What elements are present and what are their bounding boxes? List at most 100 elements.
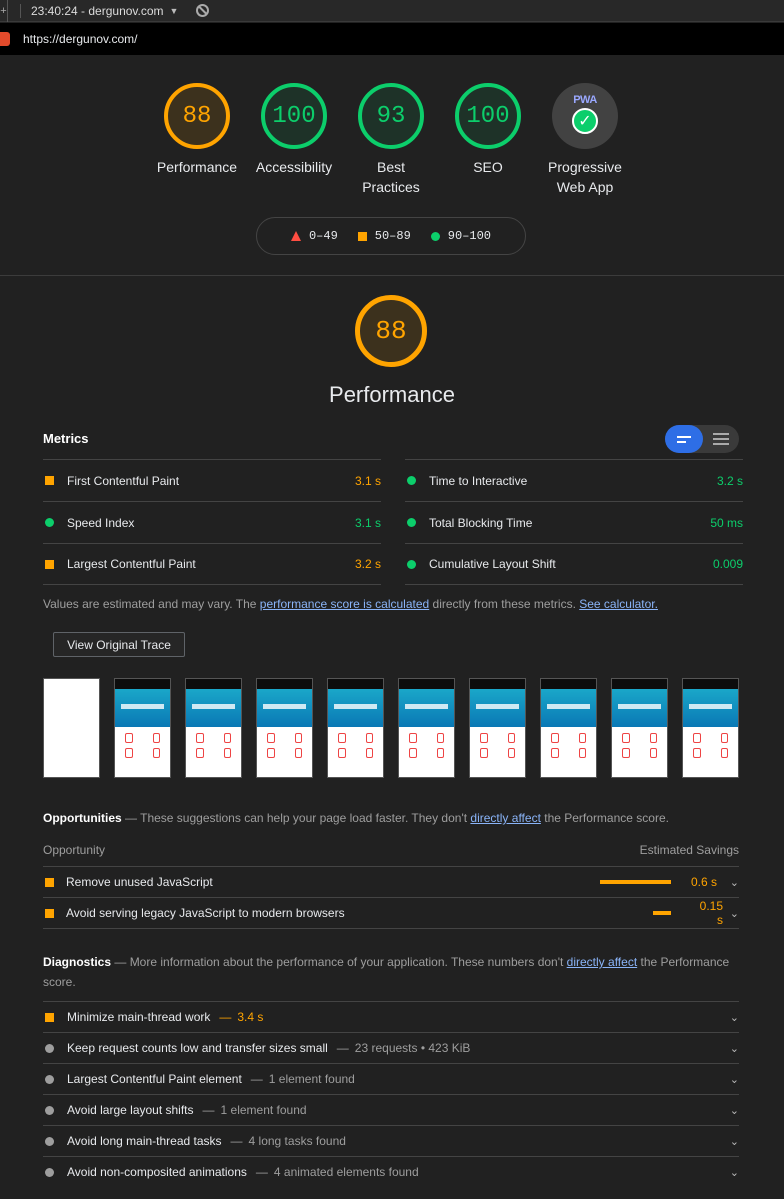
score-ring: 88 xyxy=(164,83,230,149)
metrics-view-toggle[interactable] xyxy=(665,425,739,453)
report-url[interactable]: https://dergunov.com/ xyxy=(23,32,138,46)
diagnostic-row[interactable]: Keep request counts low and transfer siz… xyxy=(43,1032,739,1063)
circle-icon xyxy=(45,1074,54,1084)
divider xyxy=(20,3,21,18)
gauge-seo[interactable]: 100 SEO xyxy=(438,83,538,177)
score-gauges: 88 Performance 100 Accessibility 93 Best… xyxy=(0,83,784,203)
metric-row: Speed Index 3.1 s xyxy=(43,501,381,543)
diagnostic-row[interactable]: Minimize main-thread work — 3.4 s ⌄ xyxy=(43,1001,739,1032)
chevron-down-icon[interactable]: ⌄ xyxy=(717,1166,739,1179)
compact-view-button[interactable] xyxy=(665,425,703,453)
circle-icon xyxy=(407,559,416,569)
view-original-trace-button[interactable]: View Original Trace xyxy=(53,632,185,657)
diagnostic-row[interactable]: Avoid long main-thread tasks — 4 long ta… xyxy=(43,1125,739,1156)
gauge-pwa[interactable]: PWA ✓ Progressive Web App xyxy=(535,83,635,197)
legend-pass: 90–100 xyxy=(430,229,491,243)
filmstrip xyxy=(43,678,739,778)
score-calculated-link[interactable]: performance score is calculated xyxy=(260,597,429,611)
diagnostics-title: Diagnostics xyxy=(43,955,112,969)
filmstrip-frame xyxy=(398,678,455,778)
diagnostic-name: Avoid long main-thread tasks xyxy=(67,1134,222,1148)
filmstrip-frame xyxy=(256,678,313,778)
list-view-icon xyxy=(713,433,729,445)
opportunities-desc: the Performance score. xyxy=(540,811,669,825)
chevron-down-icon[interactable]: ⌄ xyxy=(717,1011,739,1024)
savings-value: 0.15 s xyxy=(699,899,723,927)
gauge-best-practices[interactable]: 93 Best Practices xyxy=(341,83,441,197)
dash: — xyxy=(121,811,141,825)
diagnostic-name: Largest Contentful Paint element xyxy=(67,1072,242,1086)
metric-value: 3.1 s xyxy=(354,515,381,530)
savings-bar xyxy=(600,880,671,884)
category-title: Performance xyxy=(329,382,455,407)
diagnostic-row[interactable]: Avoid non-composited animations — 4 anim… xyxy=(43,1156,739,1187)
clear-icon[interactable] xyxy=(196,4,210,17)
opportunities-desc: These suggestions can help your page loa… xyxy=(140,811,471,825)
opportunity-name: Avoid serving legacy JavaScript to moder… xyxy=(66,906,345,920)
opportunities-list: Remove unused JavaScript 0.6 s ⌄ Avoid s… xyxy=(43,867,739,929)
chevron-down-icon[interactable]: ▼ xyxy=(170,6,179,16)
dash: — xyxy=(230,1134,243,1148)
circle-icon xyxy=(45,1043,54,1053)
pwa-badge: PWA ✓ xyxy=(552,83,618,149)
metric-value: 3.1 s xyxy=(354,473,381,488)
report-selector[interactable]: 23:40:24 - dergunov.com xyxy=(31,4,164,18)
gauge-label: Best Practices xyxy=(362,159,420,195)
opportunities-title: Opportunities xyxy=(43,811,122,825)
metric-value: 3.2 s xyxy=(716,473,743,488)
chevron-down-icon[interactable]: ⌄ xyxy=(717,1135,739,1148)
score-ring: 93 xyxy=(358,83,424,149)
opportunity-row[interactable]: Avoid serving legacy JavaScript to moder… xyxy=(43,898,739,929)
circle-icon xyxy=(45,1136,54,1146)
diagnostic-name: Minimize main-thread work xyxy=(67,1010,211,1024)
chevron-down-icon[interactable]: ⌄ xyxy=(717,1073,739,1086)
chevron-down-icon[interactable]: ⌄ xyxy=(717,1104,739,1117)
opportunity-row[interactable]: Remove unused JavaScript 0.6 s ⌄ xyxy=(43,867,739,898)
metric-value: 3.2 s xyxy=(354,557,381,571)
metric-name: Time to Interactive xyxy=(429,473,528,488)
devtools-topbar: + 23:40:24 - dergunov.com ▼ xyxy=(0,0,784,22)
diagnostic-detail: 1 element found xyxy=(268,1072,355,1086)
opportunity-name: Remove unused JavaScript xyxy=(66,875,213,889)
metric-row: First Contentful Paint 3.1 s xyxy=(43,459,381,501)
metrics-column-left: First Contentful Paint 3.1 s Speed Index 3… xyxy=(43,459,381,585)
circle-icon xyxy=(45,518,54,527)
metric-row: Total Blocking Time 50 ms xyxy=(405,501,743,543)
chevron-down-icon[interactable]: ⌄ xyxy=(723,907,739,920)
metric-value: 0.009 xyxy=(712,557,743,571)
metric-name: Total Blocking Time xyxy=(429,515,533,530)
dash: — xyxy=(111,955,130,969)
filmstrip-frame xyxy=(540,678,597,778)
savings-bar xyxy=(653,911,671,915)
chevron-down-icon[interactable]: ⌄ xyxy=(717,876,739,889)
score-ring: 100 xyxy=(455,83,521,149)
note-text: directly from these metrics. xyxy=(429,597,580,611)
diagnostic-detail: 1 element found xyxy=(220,1103,307,1117)
gauge-accessibility[interactable]: 100 Accessibility xyxy=(244,83,344,177)
directly-affect-link[interactable]: directly affect xyxy=(470,811,540,825)
legend-fail-label: 0–49 xyxy=(308,229,338,243)
metric-row: Largest Contentful Paint 3.2 s xyxy=(43,543,381,585)
directly-affect-link[interactable]: directly affect xyxy=(567,955,637,969)
legend-average: 50–89 xyxy=(357,229,411,243)
gauge-label: Accessibility xyxy=(255,159,333,175)
see-calculator-link[interactable]: See calculator. xyxy=(579,597,658,611)
compact-view-icon xyxy=(677,435,691,443)
dash: — xyxy=(255,1165,268,1179)
circle-icon xyxy=(430,231,440,241)
diagnostic-detail: 4 animated elements found xyxy=(273,1165,419,1179)
filmstrip-frame xyxy=(185,678,242,778)
legend-average-label: 50–89 xyxy=(374,229,411,243)
gauge-performance[interactable]: 88 Performance xyxy=(147,83,247,177)
dash: — xyxy=(250,1072,263,1086)
chevron-down-icon[interactable]: ⌄ xyxy=(717,1042,739,1055)
expanded-view-button[interactable] xyxy=(703,425,739,453)
filmstrip-frame xyxy=(611,678,668,778)
square-icon xyxy=(357,231,367,241)
panel-edge[interactable]: + xyxy=(0,0,8,22)
diagnostic-row[interactable]: Avoid large layout shifts — 1 element fo… xyxy=(43,1094,739,1125)
square-icon xyxy=(45,476,54,485)
square-icon xyxy=(45,877,54,887)
dash: — xyxy=(336,1041,349,1055)
diagnostic-row[interactable]: Largest Contentful Paint element — 1 ele… xyxy=(43,1063,739,1094)
